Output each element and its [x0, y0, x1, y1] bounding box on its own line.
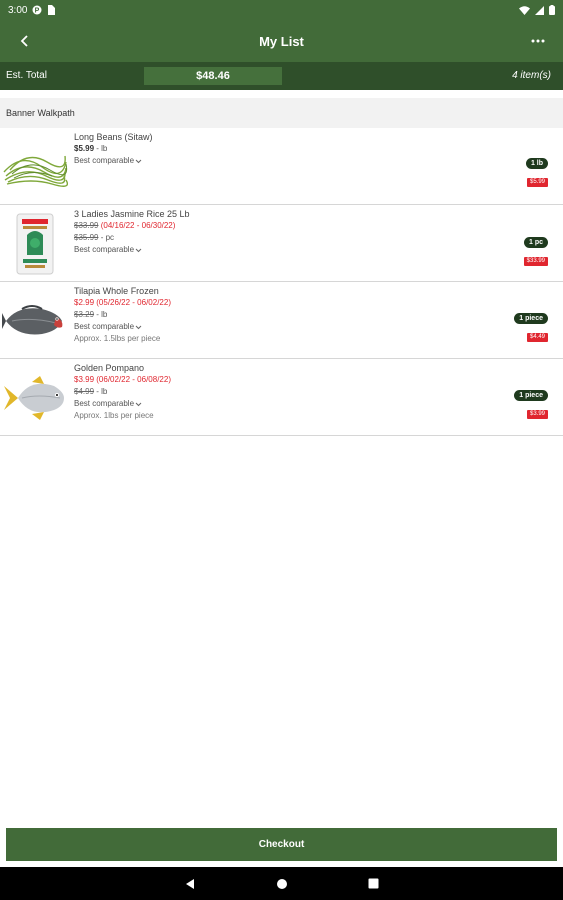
product-image-long-beans: [2, 136, 68, 198]
chevron-left-icon: [20, 35, 28, 47]
item-unit: - lb: [96, 387, 108, 396]
item-price-line: $3.29 - lb: [74, 309, 473, 321]
page-title: My List: [259, 33, 304, 49]
status-bar: 3:00 P: [0, 0, 563, 20]
nav-back-button[interactable]: [180, 874, 200, 894]
square-recents-icon: [368, 878, 379, 889]
item-sale-dates: (06/02/22 - 06/08/22): [96, 375, 171, 384]
item-regular-price: $3.29: [74, 310, 95, 319]
svg-text:P: P: [35, 8, 40, 15]
quantity-badge[interactable]: 1 pc: [523, 237, 548, 248]
item-name: Tilapia Whole Frozen: [74, 286, 159, 296]
best-comparable-label: Best comparable: [74, 322, 135, 331]
list-item[interactable]: Golden Pompano $3.99 (06/02/22 - 06/08/2…: [0, 359, 563, 436]
app-bar: My List: [0, 20, 563, 62]
chevron-down-icon: [135, 248, 142, 252]
product-image-jasmine-rice: [2, 213, 68, 275]
best-comparable-label: Best comparable: [74, 245, 135, 254]
wifi-icon: [519, 5, 530, 15]
more-options-button[interactable]: [523, 20, 553, 62]
nav-recents-button[interactable]: [364, 874, 384, 894]
best-comparable-toggle[interactable]: Best comparable: [74, 398, 473, 410]
item-info: Tilapia Whole Frozen $2.99 (05/26/22 - 0…: [74, 285, 473, 345]
chevron-down-icon: [135, 402, 142, 406]
nav-home-button[interactable]: [272, 874, 292, 894]
item-sale-price: $2.99: [74, 298, 95, 307]
item-qty-area: 1 lb $5.99: [468, 152, 548, 188]
chevron-down-icon: [135, 159, 142, 163]
back-button[interactable]: [0, 20, 50, 62]
item-info: Golden Pompano $3.99 (06/02/22 - 06/08/2…: [74, 362, 473, 422]
store-section-header: Banner Walkpath: [0, 98, 563, 128]
best-comparable-label: Best comparable: [74, 156, 135, 165]
item-price-line: $4.99 - lb: [74, 386, 473, 398]
product-image-tilapia: [2, 290, 68, 352]
battery-icon: [549, 5, 555, 15]
item-approx-weight: Approx. 1lbs per piece: [74, 411, 154, 420]
circle-home-icon: [276, 878, 287, 889]
item-name: 3 Ladies Jasmine Rice 25 Lb: [74, 209, 190, 219]
item-price-line: $35.99 - pc: [74, 232, 473, 244]
item-regular-price: $4.99: [74, 387, 95, 396]
line-total-badge: $3.99: [526, 410, 548, 419]
best-comparable-toggle[interactable]: Best comparable: [74, 321, 473, 333]
item-info: 3 Ladies Jasmine Rice 25 Lb $33.99 (04/1…: [74, 208, 473, 256]
item-unit: - lb: [96, 144, 108, 153]
estimated-total-bar: Est. Total $48.46 4 item(s): [0, 62, 563, 90]
item-qty-area: 1 piece $3.99: [468, 384, 548, 420]
item-qty-area: 1 piece $4.49: [468, 307, 548, 343]
sim-card-icon: [47, 5, 56, 15]
item-unit: - pc: [100, 233, 115, 242]
checkout-button[interactable]: Checkout: [6, 828, 557, 861]
item-name: Golden Pompano: [74, 363, 145, 373]
best-comparable-toggle[interactable]: Best comparable: [74, 244, 473, 256]
best-comparable-toggle[interactable]: Best comparable: [74, 155, 473, 167]
product-image-golden-pompano: [2, 367, 68, 429]
system-navigation-bar: [0, 867, 563, 900]
quantity-badge[interactable]: 1 lb: [525, 158, 548, 169]
status-time: 3:00: [8, 4, 28, 16]
line-total-badge: $4.49: [526, 333, 548, 342]
list-item[interactable]: 3 Ladies Jasmine Rice 25 Lb $33.99 (04/1…: [0, 205, 563, 282]
item-sale-price: $33.99: [74, 221, 99, 230]
best-comparable-label: Best comparable: [74, 399, 135, 408]
item-sale-line: $2.99 (05/26/22 - 06/02/22): [74, 297, 473, 309]
quantity-badge[interactable]: 1 piece: [514, 390, 548, 401]
chevron-down-icon: [135, 325, 142, 329]
item-qty-area: 1 pc $33.99: [468, 231, 548, 267]
line-total-badge: $5.99: [526, 178, 548, 187]
line-total-badge: $33.99: [523, 257, 548, 266]
item-sale-price: $3.99: [74, 375, 95, 384]
est-total-label: Est. Total: [6, 70, 47, 81]
est-total-amount: $48.46: [144, 67, 282, 85]
item-approx-weight: Approx. 1.5lbs per piece: [74, 334, 161, 343]
more-dots-icon: [531, 39, 545, 43]
item-sale-dates: (05/26/22 - 06/02/22): [96, 298, 171, 307]
app-notification-icon: P: [32, 5, 42, 15]
item-sale-dates: (04/16/22 - 06/30/22): [100, 221, 176, 230]
item-unit: - lb: [96, 310, 108, 319]
list-item[interactable]: Tilapia Whole Frozen $2.99 (05/26/22 - 0…: [0, 282, 563, 359]
item-info: Long Beans (Sitaw) $5.99 - lb Best compa…: [74, 131, 473, 167]
item-sale-line: $3.99 (06/02/22 - 06/08/22): [74, 374, 473, 386]
signal-icon: [535, 5, 544, 15]
item-name: Long Beans (Sitaw): [74, 132, 153, 142]
item-count: 4 item(s): [512, 70, 551, 81]
item-price-line: $5.99 - lb: [74, 143, 473, 155]
item-price: $5.99: [74, 144, 95, 153]
item-sale-line: $33.99 (04/16/22 - 06/30/22): [74, 220, 473, 232]
item-regular-price: $35.99: [74, 233, 99, 242]
list-item[interactable]: Long Beans (Sitaw) $5.99 - lb Best compa…: [0, 128, 563, 205]
triangle-back-icon: [185, 878, 194, 889]
shopping-list: Long Beans (Sitaw) $5.99 - lb Best compa…: [0, 128, 563, 436]
quantity-badge[interactable]: 1 piece: [514, 313, 548, 324]
